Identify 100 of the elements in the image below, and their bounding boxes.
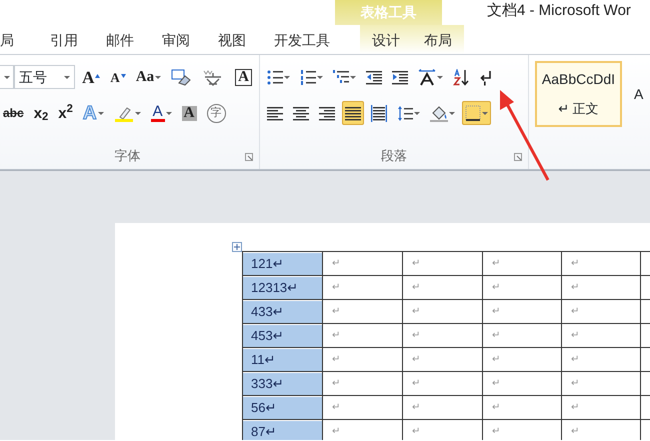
table-cell: 11↵	[244, 348, 322, 370]
ribbon-tab[interactable]: 审阅	[148, 25, 204, 54]
ribbon-tab[interactable]: 邮件	[92, 25, 148, 54]
caret-icon	[64, 76, 70, 78]
table-cell: 56↵	[244, 396, 322, 418]
caret-icon	[414, 112, 420, 114]
table-cell-text: ↵	[331, 328, 342, 342]
triangle-down-icon	[120, 74, 126, 80]
borders-button[interactable]	[462, 101, 491, 125]
table-cell-text: ↵	[411, 376, 422, 390]
table-cell-text: ↵	[570, 328, 580, 342]
table-cell-text: ↵	[411, 424, 422, 438]
font-color-button[interactable]: A	[148, 101, 175, 125]
caret-icon	[134, 112, 141, 114]
table-cell-text: ↵	[331, 352, 342, 366]
superscript-button[interactable]: x$^{2}$	[55, 101, 76, 125]
style-gallery-item[interactable]: AaBbCcDdI ↵ 正文	[535, 61, 622, 127]
table-cell-text: ↵	[491, 352, 502, 366]
table-cell-text: ↵	[570, 256, 580, 270]
table-cell: 12313↵	[244, 276, 322, 298]
table-cell-text: ↵	[570, 352, 580, 366]
caret-icon	[4, 76, 10, 78]
align-center-icon	[293, 104, 309, 122]
dialog-launcher-icon[interactable]	[245, 153, 253, 161]
table-cell-text: ↵	[411, 328, 422, 342]
align-left-icon	[267, 104, 283, 122]
font-name-field[interactable]	[0, 65, 14, 89]
ribbon-tab[interactable]: 局	[0, 25, 36, 54]
shrink-font-button[interactable]: A	[107, 65, 129, 89]
align-right-icon	[319, 104, 335, 122]
group-label: 段落	[381, 146, 407, 164]
table-cell-text: ↵	[491, 256, 502, 270]
table-cell-text: ↵	[570, 376, 580, 390]
highlighter-pen-icon	[114, 104, 134, 122]
table-cell-text: ↵	[331, 304, 342, 318]
grow-font-button[interactable]: A	[79, 65, 104, 89]
window-title: 文档4 - Microsoft Wor	[487, 1, 631, 21]
subscript-button[interactable]: x$_{2}$	[30, 101, 52, 125]
table-cell-text: ↵	[411, 352, 422, 366]
strikethrough-button[interactable]: abc	[0, 101, 27, 125]
paint-bucket-icon	[430, 104, 448, 122]
table-cell: 87↵	[244, 420, 322, 440]
multilevel-list-icon	[333, 68, 349, 86]
table-cell-text: ↵	[570, 424, 580, 438]
table-cell-text: ↵	[411, 280, 422, 294]
caret-icon	[317, 76, 323, 78]
table-cell-text: ↵	[331, 280, 342, 294]
change-case-button[interactable]: Aa	[132, 65, 164, 89]
table-cell: 121↵	[244, 252, 322, 274]
table-cell-text: ↵	[570, 304, 580, 318]
table-cell-text: ↵	[491, 280, 502, 294]
eraser-icon	[171, 68, 192, 86]
increase-indent-icon	[392, 68, 408, 86]
ribbon-tab[interactable]: 设计	[360, 25, 412, 54]
table-cell: 333↵	[244, 372, 322, 394]
decrease-indent-icon	[366, 68, 382, 86]
table-cell-text: ↵	[331, 256, 342, 270]
ribbon-tab[interactable]: 引用	[36, 25, 92, 54]
border-icon	[465, 104, 481, 122]
ribbon-tab[interactable]: 开发工具	[260, 25, 344, 54]
dialog-launcher-icon[interactable]	[514, 153, 522, 161]
caret-icon	[284, 76, 290, 78]
table-cell-text: ↵	[570, 280, 580, 294]
sort-icon	[453, 68, 469, 86]
table-move-handle-icon[interactable]	[232, 242, 242, 252]
caret-icon	[437, 76, 443, 78]
style-gallery-item[interactable]: A	[630, 61, 650, 127]
letter-a-arrows-icon	[418, 68, 436, 86]
table-cell-text: ↵	[411, 400, 422, 414]
font-size-field[interactable]: 五号	[14, 65, 76, 89]
ribbon-tab[interactable]: 布局	[412, 25, 464, 54]
caret-icon	[155, 76, 162, 78]
caret-icon	[449, 112, 455, 114]
numbered-list-icon	[300, 68, 316, 86]
table-cell-text: ↵	[331, 376, 342, 390]
paragraph-mark-icon	[479, 68, 493, 86]
table-cell-text: ↵	[331, 424, 342, 438]
caret-icon	[350, 76, 356, 78]
justify-icon	[345, 104, 361, 122]
ribbon-tab[interactable]: 视图	[204, 25, 260, 54]
line-spacing-icon	[397, 104, 413, 122]
triangle-up-icon	[95, 74, 100, 80]
table-cell: 453↵	[244, 324, 322, 346]
table-cell-text: ↵	[491, 304, 502, 318]
character-shading-button[interactable]: A	[178, 101, 200, 125]
table-cell-text: ↵	[491, 328, 502, 342]
table-cell-text: ↵	[491, 376, 502, 390]
table-cell-text: ↵	[491, 424, 502, 438]
caret-icon	[166, 112, 172, 114]
bullet-list-icon	[267, 68, 283, 86]
table-cell-text: ↵	[570, 400, 580, 414]
table-cell-text: ↵	[331, 400, 342, 414]
caret-icon	[482, 112, 488, 114]
caret-icon	[98, 112, 104, 114]
table-cell-text: ↵	[411, 256, 422, 270]
table-cell-text: ↵	[411, 304, 422, 318]
table-cell: 433↵	[244, 300, 322, 322]
justify-button[interactable]	[342, 101, 364, 125]
group-label: 字体	[114, 146, 140, 164]
distributed-align-icon	[371, 104, 387, 122]
